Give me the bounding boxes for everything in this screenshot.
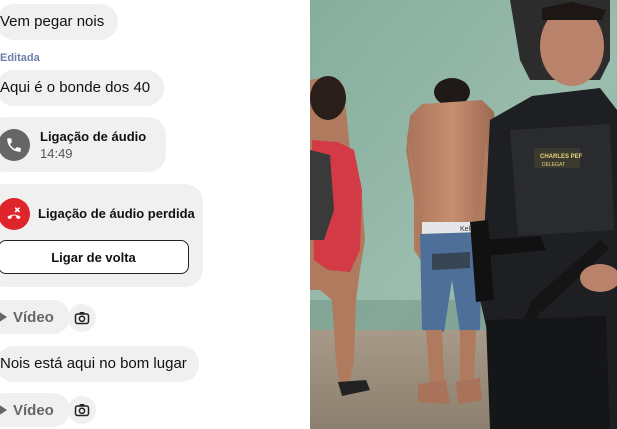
chat-panel: Vem pegar nois Editada Aqui é o bonde do… <box>0 0 309 429</box>
waistband-text: Kel <box>460 226 471 233</box>
vest-role-tag: DELEGAT <box>542 162 565 168</box>
play-icon <box>0 404 7 416</box>
video-attachment[interactable]: Vídeo <box>0 393 70 427</box>
audio-call-bubble[interactable]: Ligação de áudio 14:49 <box>0 117 166 172</box>
phone-icon <box>0 128 30 161</box>
call-title: Ligação de áudio perdida <box>38 206 195 221</box>
message-bubble-3[interactable]: Nois está aqui no bom lugar <box>0 346 199 382</box>
video-label: Vídeo <box>13 401 54 419</box>
call-time: 14:49 <box>40 145 73 161</box>
video-label: Vídeo <box>13 308 54 326</box>
call-title: Ligação de áudio <box>40 128 147 144</box>
call-back-button[interactable]: Ligar de volta <box>0 240 189 274</box>
video-attachment[interactable]: Vídeo <box>0 300 70 334</box>
missed-call-bubble[interactable]: Ligação de áudio perdida Ligar de volta <box>0 184 203 287</box>
message-text: Aqui é o bonde dos 40 <box>0 79 151 96</box>
camera-icon[interactable] <box>68 396 96 424</box>
edited-label: Editada <box>0 52 40 64</box>
vest-name-tag: CHARLES PEF <box>540 154 583 160</box>
message-text: Nois está aqui no bom lugar <box>0 355 187 372</box>
missed-call-icon <box>0 198 30 230</box>
play-icon <box>0 311 7 323</box>
message-bubble-1[interactable]: Vem pegar nois <box>0 4 119 40</box>
message-text: Vem pegar nois <box>0 13 105 30</box>
arrest-photo: Kel CHARLES PEF DELEGAT <box>310 0 617 429</box>
photo-scene: Kel CHARLES PEF DELEGAT <box>310 0 617 429</box>
camera-icon[interactable] <box>68 304 96 332</box>
message-bubble-2[interactable]: Aqui é o bonde dos 40 <box>0 70 165 106</box>
